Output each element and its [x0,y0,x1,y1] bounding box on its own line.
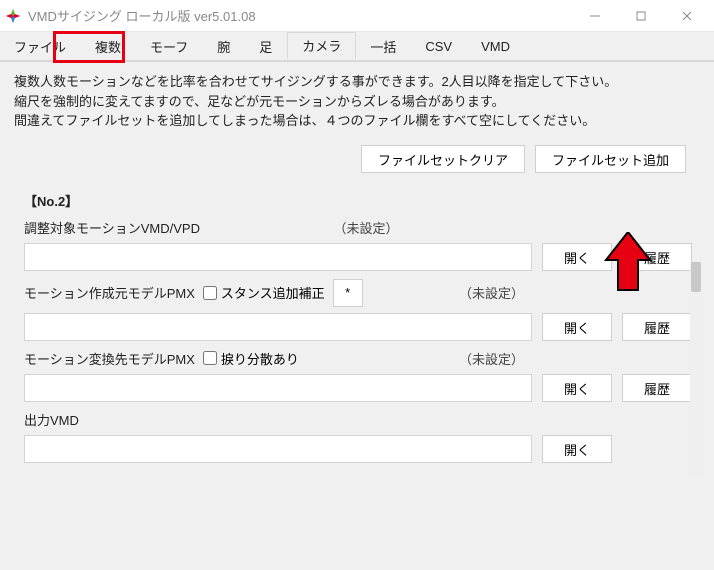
target-motion-label: 調整対象モーションVMD/VPD [24,218,200,237]
tab-arm[interactable]: 腕 [203,32,245,60]
fileset-action-bar: ファイルセットクリア ファイルセット追加 [0,139,714,181]
window-controls [572,1,710,31]
tab-batch[interactable]: 一括 [356,32,411,60]
tab-file[interactable]: ファイル [0,32,81,60]
source-model-label: モーション作成元モデルPMX [24,283,195,302]
minimize-icon[interactable] [572,1,618,31]
dest-model-status: （未設定） [459,349,524,368]
fileset-clear-button[interactable]: ファイルセットクリア [361,145,525,173]
source-model-history-button[interactable]: 履歴 [622,313,692,341]
tab-camera[interactable]: カメラ [287,32,356,60]
description-text: 複数人数モーションなどを比率を合わせてサイジングする事ができます。2人目以降を指… [0,62,714,139]
target-motion-status: （未設定） [333,218,398,237]
vertical-scrollbar[interactable] [690,262,702,475]
fileset-heading: 【No.2】 [24,191,692,210]
fileset-panel: 【No.2】 調整対象モーションVMD/VPD （未設定） 開く 履歴 モーショ… [14,181,702,483]
maximize-icon[interactable] [618,1,664,31]
target-motion-history-button[interactable]: 履歴 [622,243,692,271]
output-vmd-input[interactable] [24,435,532,463]
window-title: VMDサイジング ローカル版 ver5.01.08 [28,6,572,25]
target-motion-open-button[interactable]: 開く [542,243,612,271]
twist-distribute-checkbox[interactable]: 捩り分散あり [203,349,299,368]
tab-multi[interactable]: 複数 [81,32,136,60]
dest-model-label: モーション変換先モデルPMX [24,349,195,368]
source-model-open-button[interactable]: 開く [542,313,612,341]
output-vmd-open-button[interactable]: 開く [542,435,612,463]
scrollbar-thumb[interactable] [691,262,701,292]
tab-vmd[interactable]: VMD [467,32,525,60]
stance-correction-checkbox[interactable]: スタンス追加補正 [203,283,325,302]
dest-model-history-button[interactable]: 履歴 [622,374,692,402]
source-model-status: （未設定） [459,283,524,302]
dest-model-input[interactable] [24,374,532,402]
close-icon[interactable] [664,1,710,31]
source-model-input[interactable] [24,313,532,341]
tab-leg[interactable]: 足 [245,32,287,60]
app-icon [4,7,22,25]
target-motion-input[interactable] [24,243,532,271]
output-vmd-label: 出力VMD [24,410,79,429]
tab-morph[interactable]: モーフ [136,32,203,60]
tab-bar: ファイル 複数 モーフ 腕 足 カメラ 一括 CSV VMD [0,32,714,62]
dest-model-open-button[interactable]: 開く [542,374,612,402]
tab-csv[interactable]: CSV [411,32,467,60]
titlebar: VMDサイジング ローカル版 ver5.01.08 [0,0,714,32]
fileset-add-button[interactable]: ファイルセット追加 [535,145,686,173]
stance-star-button[interactable]: * [333,279,363,307]
